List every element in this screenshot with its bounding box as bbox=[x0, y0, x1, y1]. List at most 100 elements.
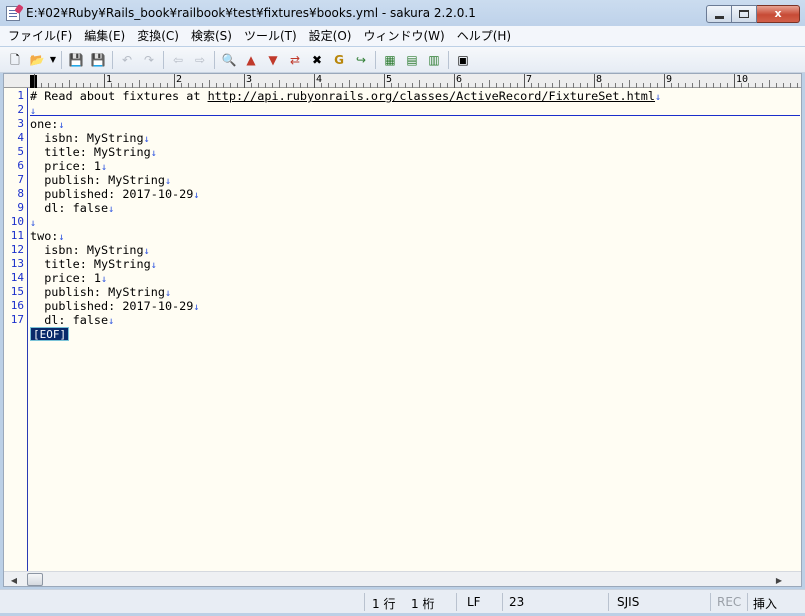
line-number[interactable]: 1 bbox=[4, 89, 24, 103]
line-number[interactable]: 7 bbox=[4, 173, 24, 187]
find-next-icon[interactable]: ▼ bbox=[262, 49, 284, 71]
sakura-app-icon[interactable] bbox=[6, 6, 20, 21]
line-number[interactable]: 17 bbox=[4, 313, 24, 327]
outline-analysis-icon[interactable]: ▦ bbox=[379, 49, 401, 71]
find-prev-icon[interactable]: ▲ bbox=[240, 49, 262, 71]
outline-toggle-icon[interactable]: ▤ bbox=[401, 49, 423, 71]
text-line[interactable]: title: MyString↓ bbox=[30, 257, 157, 271]
line-number[interactable]: 10 bbox=[4, 215, 24, 229]
line-number[interactable]: 13 bbox=[4, 257, 24, 271]
ruler-tick bbox=[699, 80, 700, 88]
save-as-icon[interactable]: 💾 bbox=[87, 49, 109, 71]
text-line[interactable]: dl: false↓ bbox=[30, 201, 114, 215]
line-number[interactable]: 12 bbox=[4, 243, 24, 257]
text-line[interactable]: price: 1↓ bbox=[30, 159, 107, 173]
line-number[interactable]: 14 bbox=[4, 271, 24, 285]
text-line[interactable]: two:↓ bbox=[30, 229, 64, 243]
tag-jump-icon[interactable]: ↪ bbox=[350, 49, 372, 71]
ruler-tick bbox=[209, 80, 210, 88]
undo-icon[interactable]: ↶ bbox=[116, 49, 138, 71]
toolbar-separator bbox=[375, 50, 376, 69]
line-number[interactable]: 16 bbox=[4, 299, 24, 313]
browse-icon[interactable]: ▣ bbox=[452, 49, 474, 71]
scroll-right-icon[interactable]: ▶ bbox=[771, 572, 787, 586]
scroll-left-icon[interactable]: ◀ bbox=[6, 572, 22, 586]
menu-search[interactable]: 検索(S) bbox=[185, 27, 238, 45]
text-line[interactable]: isbn: MyString↓ bbox=[30, 131, 149, 145]
menu-tools[interactable]: ツール(T) bbox=[238, 27, 303, 45]
status-rec: REC bbox=[717, 595, 742, 609]
text-content[interactable]: [EOF] # Read about fixtures at http://ap… bbox=[30, 88, 800, 572]
text-line[interactable]: published: 2017-10-29↓ bbox=[30, 299, 199, 313]
column-ruler[interactable]: 1 2 3 4 5 6 7 8 9 10 bbox=[4, 74, 801, 88]
text-line[interactable]: price: 1↓ bbox=[30, 271, 107, 285]
line-number[interactable]: 15 bbox=[4, 285, 24, 299]
open-folder-icon[interactable]: 📂 bbox=[26, 49, 48, 71]
text-line[interactable]: publish: MyString↓ bbox=[30, 173, 171, 187]
close-button[interactable]: x bbox=[757, 5, 800, 23]
maximize-button[interactable] bbox=[732, 5, 757, 23]
newline-mark-icon: ↓ bbox=[108, 204, 115, 215]
line-number[interactable]: 4 bbox=[4, 131, 24, 145]
replace-icon[interactable]: ⇄ bbox=[284, 49, 306, 71]
menu-window[interactable]: ウィンドウ(W) bbox=[357, 27, 450, 45]
newline-mark-icon: ↓ bbox=[58, 120, 65, 131]
line-number[interactable]: 8 bbox=[4, 187, 24, 201]
open-dropdown-icon[interactable]: ▼ bbox=[48, 49, 58, 71]
line-number-gutter[interactable]: 1 2 3 4 5 6 7 8 9 10 11 12 13 14 15 16 17 bbox=[4, 88, 28, 572]
line-number[interactable]: 9 bbox=[4, 201, 24, 215]
line-number[interactable]: 2 bbox=[4, 103, 24, 117]
move-forward-icon[interactable]: ⇨ bbox=[189, 49, 211, 71]
line-number[interactable]: 6 bbox=[4, 159, 24, 173]
newline-mark-icon: ↓ bbox=[193, 302, 200, 313]
menu-convert[interactable]: 変換(C) bbox=[131, 27, 185, 45]
menu-settings[interactable]: 設定(O) bbox=[303, 27, 358, 45]
text-line[interactable]: # Read about fixtures at http://api.ruby… bbox=[30, 89, 661, 103]
newline-mark-icon: ↓ bbox=[101, 162, 108, 173]
redo-icon[interactable]: ↷ bbox=[138, 49, 160, 71]
text-line[interactable]: isbn: MyString↓ bbox=[30, 243, 149, 257]
grep-icon[interactable]: G bbox=[328, 49, 350, 71]
text-line[interactable]: one:↓ bbox=[30, 117, 64, 131]
newline-mark-icon: ↓ bbox=[150, 260, 157, 271]
line-number[interactable]: 5 bbox=[4, 145, 24, 159]
text-line[interactable]: ↓ bbox=[30, 103, 36, 117]
find-icon[interactable]: 🔍 bbox=[218, 49, 240, 71]
menu-help[interactable]: ヘルプ(H) bbox=[451, 27, 517, 45]
line-text: title: MyString bbox=[30, 145, 151, 159]
minimize-button[interactable] bbox=[706, 5, 732, 23]
toolbar-separator bbox=[214, 50, 215, 69]
search-mark-clear-icon[interactable]: ✖ bbox=[306, 49, 328, 71]
status-divider bbox=[456, 593, 457, 611]
status-insert-mode[interactable]: 挿入 bbox=[753, 595, 777, 612]
line-number[interactable]: 11 bbox=[4, 229, 24, 243]
outline-window-icon[interactable]: ▥ bbox=[423, 49, 445, 71]
title-bar[interactable]: E:¥02¥Ruby¥Rails_book¥railbook¥test¥fixt… bbox=[0, 0, 805, 26]
menu-edit[interactable]: 編集(E) bbox=[78, 27, 131, 45]
text-line[interactable]: published: 2017-10-29↓ bbox=[30, 187, 199, 201]
toolbar-separator bbox=[112, 50, 113, 69]
line-url-link[interactable]: http://api.rubyonrails.org/classes/Activ… bbox=[208, 89, 655, 103]
status-bar: 1 行 1 桁 LF 23 SJIS REC 挿入 bbox=[0, 589, 805, 613]
text-editor[interactable]: 1 2 3 4 5 6 7 8 9 10 1 2 3 4 5 6 7 8 9 10 11 12 13 14 15 16 17 [E… bbox=[3, 73, 802, 587]
text-line[interactable]: ↓ bbox=[30, 215, 36, 229]
eof-marker: [EOF] bbox=[30, 327, 70, 341]
line-text: two: bbox=[30, 229, 59, 243]
move-back-icon[interactable]: ⇦ bbox=[167, 49, 189, 71]
text-line[interactable]: publish: MyString↓ bbox=[30, 285, 171, 299]
menu-bar: ファイル(F) 編集(E) 変換(C) 検索(S) ツール(T) 設定(O) ウ… bbox=[0, 26, 805, 46]
text-line[interactable]: title: MyString↓ bbox=[30, 145, 157, 159]
menu-file[interactable]: ファイル(F) bbox=[2, 27, 78, 45]
newline-mark-icon: ↓ bbox=[164, 176, 171, 187]
maximize-icon bbox=[739, 10, 749, 18]
scrollbar-thumb[interactable] bbox=[27, 573, 43, 586]
line-text: title: MyString bbox=[30, 257, 151, 271]
text-line[interactable]: dl: false↓ bbox=[30, 313, 114, 327]
horizontal-scrollbar[interactable]: ◀ ▶ bbox=[4, 571, 801, 586]
status-eol[interactable]: LF bbox=[467, 595, 481, 609]
new-file-icon[interactable]: 🗋 bbox=[4, 49, 26, 71]
status-encoding[interactable]: SJIS bbox=[617, 595, 639, 609]
save-icon[interactable]: 💾 bbox=[65, 49, 87, 71]
line-text: isbn: MyString bbox=[30, 243, 144, 257]
line-number[interactable]: 3 bbox=[4, 117, 24, 131]
